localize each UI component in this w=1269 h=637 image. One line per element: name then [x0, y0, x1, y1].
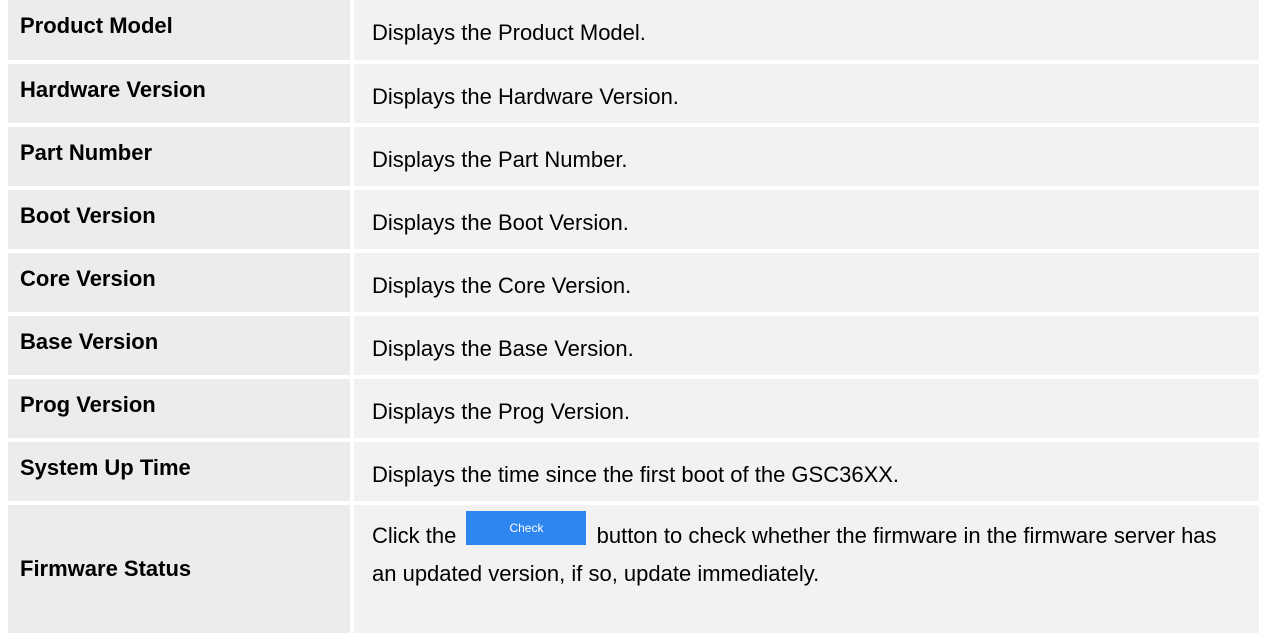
table-row: Part Number Displays the Part Number.: [8, 127, 1259, 190]
check-button[interactable]: Check: [466, 511, 587, 545]
table-row: Boot Version Displays the Boot Version.: [8, 190, 1259, 253]
row-description: Displays the Prog Version.: [354, 379, 1259, 438]
row-label: Hardware Version: [8, 64, 354, 123]
row-description: Displays the Product Model.: [354, 0, 1259, 60]
row-label: Product Model: [8, 0, 354, 60]
row-label: Base Version: [8, 316, 354, 375]
table-row: Prog Version Displays the Prog Version.: [8, 379, 1259, 442]
table-row-firmware-status: Firmware Status Click the Check button t…: [8, 505, 1259, 637]
row-label: Firmware Status: [8, 505, 354, 633]
row-description: Displays the Base Version.: [354, 316, 1259, 375]
row-description: Displays the Boot Version.: [354, 190, 1259, 249]
table-row: Base Version Displays the Base Version.: [8, 316, 1259, 379]
row-description: Displays the Hardware Version.: [354, 64, 1259, 123]
row-label: Core Version: [8, 253, 354, 312]
table-row: Hardware Version Displays the Hardware V…: [8, 64, 1259, 127]
table-row: Core Version Displays the Core Version.: [8, 253, 1259, 316]
row-description: Displays the time since the first boot o…: [354, 442, 1259, 501]
row-description: Displays the Part Number.: [354, 127, 1259, 186]
row-label: Prog Version: [8, 379, 354, 438]
table-row: Product Model Displays the Product Model…: [8, 0, 1259, 64]
row-label: System Up Time: [8, 442, 354, 501]
table-row: System Up Time Displays the time since t…: [8, 442, 1259, 505]
row-label: Part Number: [8, 127, 354, 186]
row-description: Displays the Core Version.: [354, 253, 1259, 312]
firmware-info-table: Product Model Displays the Product Model…: [8, 0, 1259, 637]
row-label: Boot Version: [8, 190, 354, 249]
row-description: Click the Check button to check whether …: [354, 505, 1259, 633]
description-text-before: Click the: [372, 523, 457, 548]
